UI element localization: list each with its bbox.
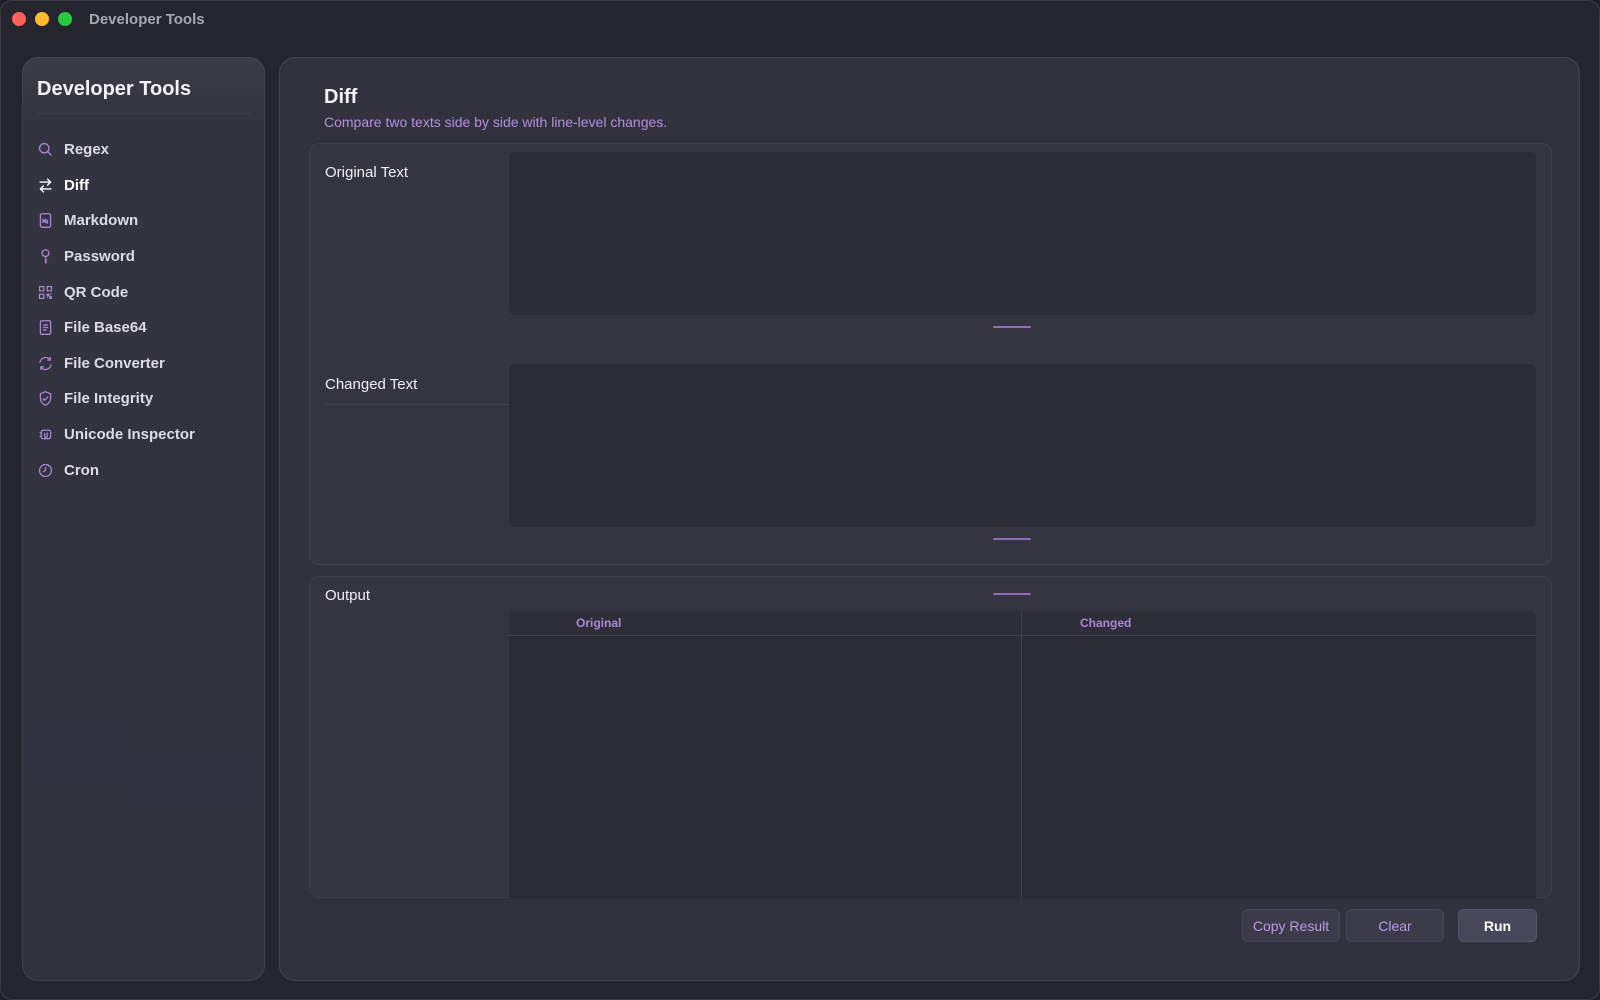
changed-text-label: Changed Text (325, 376, 418, 393)
sidebar-item-label: Markdown (64, 212, 139, 230)
sidebar-item-label: Password (64, 248, 135, 266)
sidebar-item-label: QR Code (64, 283, 129, 301)
sidebar-item-file-integrity[interactable]: File Integrity (35, 381, 253, 417)
markdown-file-icon (35, 211, 55, 231)
refresh-icon (35, 353, 55, 373)
clock-icon (35, 460, 55, 480)
sidebar-item-unicode-inspector[interactable]: Unicode Inspector (35, 417, 253, 453)
page-title: Diff (324, 86, 358, 108)
qr-code-icon (35, 282, 55, 302)
sidebar-item-qr-code[interactable]: QR Code (35, 274, 253, 310)
arrows-swap-icon (35, 175, 55, 195)
shield-check-icon (35, 389, 55, 409)
sidebar-item-cron[interactable]: Cron (35, 452, 253, 488)
sidebar-item-markdown[interactable]: Markdown (35, 203, 253, 239)
page-subtitle: Compare two texts side by side with line… (324, 114, 668, 130)
unicode-icon (35, 425, 55, 445)
sidebar-item-label: Regex (64, 141, 110, 159)
sidebar-item-label: File Base64 (64, 319, 147, 337)
app-window: Developer Tools Developer Tools Regex Di… (0, 0, 1600, 1000)
sidebar-divider (37, 113, 250, 114)
main-panel: Diff Compare two texts side by side with… (279, 57, 1580, 981)
close-window-button[interactable] (12, 12, 26, 26)
zoom-window-button[interactable] (58, 12, 72, 26)
document-icon (35, 318, 55, 338)
sidebar-item-label: Diff (64, 176, 89, 194)
original-resize-handle[interactable] (993, 326, 1031, 328)
sidebar-item-regex[interactable]: Regex (35, 132, 253, 168)
diff-header: Original Changed (509, 611, 1536, 636)
sidebar-nav: Regex Diff Markdown Password QR Code Fil… (35, 132, 253, 488)
search-icon (35, 140, 55, 160)
title-bar: Developer Tools (1, 1, 1599, 37)
original-text-label: Original Text (325, 164, 409, 181)
sidebar-item-label: Unicode Inspector (64, 426, 195, 444)
diff-column-divider (1021, 611, 1022, 899)
output-resize-handle[interactable] (993, 593, 1031, 595)
copy-result-button[interactable]: Copy Result (1242, 909, 1340, 942)
sidebar-item-file-base64[interactable]: File Base64 (35, 310, 253, 346)
input-section: Original Text Changed Text (309, 143, 1552, 565)
sidebar-item-label: Cron (64, 461, 99, 479)
sidebar: Developer Tools Regex Diff Markdown Pass… (22, 57, 265, 981)
clear-button[interactable]: Clear (1346, 909, 1444, 942)
diff-column-changed: Changed (1080, 616, 1132, 630)
diff-column-original: Original (576, 616, 622, 630)
sidebar-item-label: File Converter (64, 354, 165, 372)
output-label: Output (325, 587, 371, 604)
diff-output-table[interactable]: Original Changed (509, 611, 1536, 899)
sidebar-item-diff[interactable]: Diff (35, 168, 253, 204)
sidebar-item-file-converter[interactable]: File Converter (35, 346, 253, 382)
changed-resize-handle[interactable] (993, 538, 1031, 540)
run-button[interactable]: Run (1458, 909, 1537, 942)
sidebar-item-password[interactable]: Password (35, 239, 253, 275)
changed-text-input[interactable] (509, 364, 1536, 527)
key-icon (35, 247, 55, 267)
minimize-window-button[interactable] (35, 12, 49, 26)
sidebar-item-label: File Integrity (64, 390, 154, 408)
window-title: Developer Tools (89, 10, 205, 28)
sidebar-title: Developer Tools (37, 78, 192, 100)
output-section: Output Original Changed (309, 576, 1552, 899)
window-controls (12, 12, 72, 26)
original-text-input[interactable] (509, 152, 1536, 315)
